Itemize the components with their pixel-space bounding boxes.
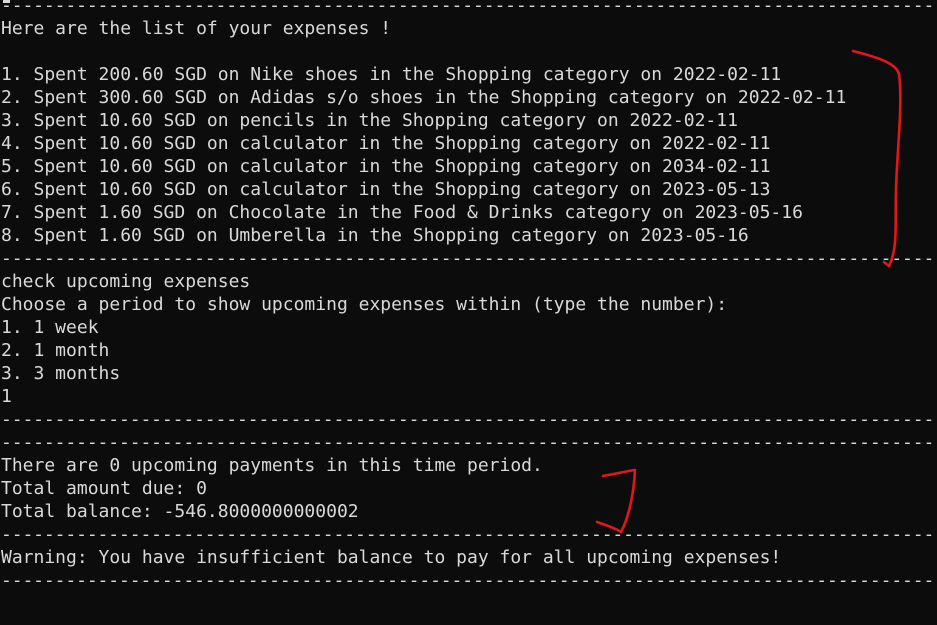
period-option: 1. 1 week: [1, 317, 99, 338]
user-input: 1: [1, 386, 12, 407]
expense-item: 6. Spent 10.60 SGD on calculator in the …: [1, 179, 771, 200]
expense-item: 5. Spent 10.60 SGD on calculator in the …: [1, 156, 771, 177]
upcoming-payments-line: There are 0 upcoming payments in this ti…: [1, 455, 543, 476]
expense-item: 4. Spent 10.60 SGD on calculator in the …: [1, 133, 771, 154]
period-option: 3. 3 months: [1, 363, 121, 384]
separator-line: ----------------------------------------…: [1, 0, 937, 16]
period-prompt: Choose a period to show upcoming expense…: [1, 294, 728, 315]
separator-line: ----------------------------------------…: [1, 524, 937, 545]
expense-item: 7. Spent 1.60 SGD on Chocolate in the Fo…: [1, 202, 803, 223]
expense-item: 3. Spent 10.60 SGD on pencils in the Sho…: [1, 110, 738, 131]
expense-item: 2. Spent 300.60 SGD on Adidas s/o shoes …: [1, 87, 847, 108]
command-line: check upcoming expenses: [1, 271, 251, 292]
separator-line: ----------------------------------------…: [1, 248, 937, 269]
expense-item: 8. Spent 1.60 SGD on Umberella in the Sh…: [1, 225, 749, 246]
expenses-heading: Here are the list of your expenses !: [1, 18, 392, 39]
expense-item: 1. Spent 200.60 SGD on Nike shoes in the…: [1, 64, 782, 85]
separator-line: ----------------------------------------…: [1, 570, 937, 591]
balance-line: Total balance: -546.8000000000002: [1, 501, 359, 522]
terminal-window: { "separator": "------------------------…: [0, 0, 937, 625]
period-option: 2. 1 month: [1, 340, 110, 361]
separator-line: ----------------------------------------…: [1, 432, 937, 453]
warning-line: Warning: You have insufficient balance t…: [1, 547, 782, 568]
terminal-output: ----------------------------------------…: [1, 0, 937, 592]
separator-line: ----------------------------------------…: [1, 409, 937, 430]
amount-due-line: Total amount due: 0: [1, 478, 207, 499]
